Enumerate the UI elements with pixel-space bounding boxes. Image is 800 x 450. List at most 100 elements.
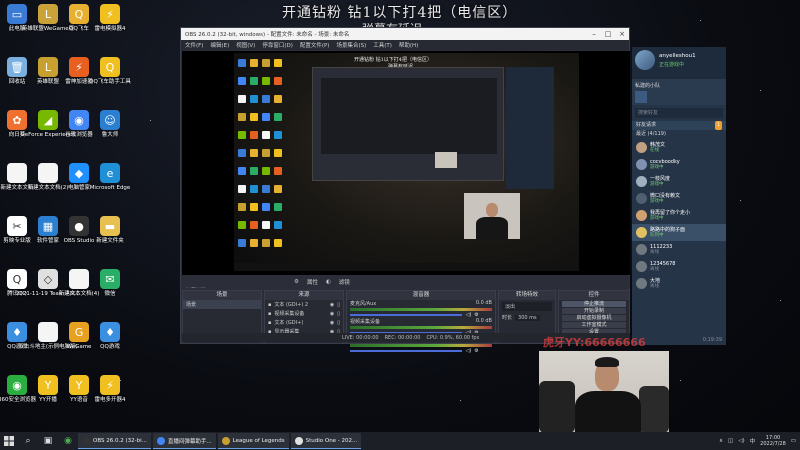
minimize-icon[interactable]: – [587,30,601,38]
friend-item[interactable]: 大地 离线 [632,275,726,292]
app-icon [82,436,90,445]
source-item[interactable]: ▪ 视频采集设备 ◉ ▯ [265,309,343,318]
requests-badge: 1 [715,121,722,130]
taskbar-app-label: OBS 26.0.2 (32-bi... [93,437,147,444]
friend-status: 离线 [650,266,659,272]
nested-desktop-icon [262,95,270,103]
lock-icon[interactable]: ▯ [337,311,340,317]
friend-item[interactable]: cocvboodky 游戏中 [632,156,726,173]
desktop-icon[interactable]: ♦ QQ游戏 [91,322,129,351]
filter-icon[interactable]: ◐ [326,279,331,285]
volume-slider[interactable] [350,350,463,352]
mixer-list: 麦克风/Aux0.0 dB◁)⚙视频采集设备0.0 dB◁)⚙桌面音频0.0 d… [347,300,495,354]
nested-desktop-icon [238,113,246,121]
control-button[interactable]: 工作室模式 [562,322,626,328]
friend-search-input[interactable]: 搜索好友 [635,108,723,118]
notification-icon[interactable]: ▭ [791,438,796,444]
obs-window[interactable]: OBS 26.0.2 (32-bit, windows) - 配置文件: 未命名… [180,27,630,354]
gear-icon[interactable]: ⚙ [474,348,478,354]
desktop-icon[interactable]: Q QQ飞车助手工具 [89,57,131,86]
volume-icon[interactable]: ◁) [738,438,744,444]
desktop-icon[interactable]: ☺ 鲁大师 [91,110,129,139]
menu-item[interactable]: 停靠窗口(D) [262,41,293,49]
gear-icon[interactable]: ⚙ [294,279,299,285]
network-icon[interactable]: ◫ [728,438,733,444]
scenes-dock-title: 场景 [183,291,261,300]
desktop-icon[interactable]: e Microsoft Edge [90,163,130,192]
menu-item[interactable]: 配置文件(P) [300,41,330,49]
speaker-icon[interactable]: ◁) [465,348,471,354]
friend-item[interactable]: 我再留了你个走小 游戏中 [632,207,726,224]
taskbar-app-button[interactable]: Studio One - 202... [290,433,362,449]
task-view-icon[interactable]: ▣ [41,434,55,448]
team-member-icon[interactable] [635,91,647,103]
desktop-icon[interactable]: ⚡ 雷电多开器4 [91,375,129,404]
nested-desktop-icon [238,95,246,103]
windows-start-icon[interactable] [0,432,18,450]
nested-desktop-icon [274,131,282,139]
obs-preview[interactable]: 开通钻粉 钻1以下打4把（电信区） 弹幕有延迟 [182,51,630,275]
visibility-eye-icon[interactable]: ◉ [330,311,334,317]
transitions-dock-title: 转场特效 [499,291,555,300]
menu-item[interactable]: 视图(V) [236,41,255,49]
maximize-icon[interactable]: □ [601,30,615,38]
nested-desktop-icon [238,131,246,139]
filters-button[interactable]: 滤镜 [339,278,350,286]
friend-item[interactable]: 微口没有赖文 游戏中 [632,190,726,207]
desktop-icon-label: 电脑管家 [67,185,90,191]
taskbar-app-button[interactable]: OBS 26.0.2 (32-bi... [78,433,151,449]
nested-desktop-icon [238,149,246,157]
control-button[interactable]: 停止推流 [562,301,626,307]
source-item[interactable]: ▪ 文本 (GDI+) ◉ ▯ [265,318,343,327]
user-status[interactable]: 正在游戏中 [659,61,684,68]
mixer-channel-db: 0.0 dB [475,318,492,324]
friend-requests-header[interactable]: 好友请求 1 [632,121,726,130]
search-icon[interactable]: ⌕ [21,434,35,448]
visibility-eye-icon[interactable]: ◉ [330,302,334,308]
properties-button[interactable]: 属性 [307,278,318,286]
app-icon [221,436,230,445]
nested-desktop-icon [274,95,282,103]
nested-desktop-icon [250,203,258,211]
source-label: 文本 (GDI+) [274,320,304,326]
source-item[interactable]: ▪ 文本 (GDI+) 2 ◉ ▯ [265,300,343,309]
close-icon[interactable]: × [615,30,629,38]
tray-expand-icon[interactable]: ∧ [719,438,723,444]
friend-item[interactable]: 韩茂文 在线 [632,139,726,156]
ime-icon[interactable]: 中 [750,437,756,445]
obs-titlebar[interactable]: OBS 26.0.2 (32-bit, windows) - 配置文件: 未命名… [181,28,629,40]
friend-item[interactable]: 一枝风度 游戏中 [632,173,726,190]
friend-item[interactable]: 路路中的狗子面 队列中 [632,224,726,241]
star [680,380,681,381]
control-button[interactable]: 开始录制 [562,308,626,314]
speaker-icon[interactable]: ◁) [465,312,471,318]
menu-item[interactable]: 帮助(H) [399,41,418,49]
visibility-eye-icon[interactable]: ◉ [330,320,334,326]
desktop-icon[interactable]: ⚡ 雷电模拟器4 [91,4,129,33]
clock[interactable]: 17:00 2022/7/28 [760,435,786,447]
scene-item[interactable]: 场景 [183,300,261,309]
menu-item[interactable]: 工具(T) [373,41,392,49]
volume-slider[interactable] [350,314,463,316]
control-button[interactable]: 启动虚拟摄像机 [562,315,626,321]
friend-item[interactable]: 1112233 离线 [632,241,726,258]
avatar[interactable] [635,50,655,70]
taskbar-app-button[interactable]: 直播间弹幕助手... [152,433,216,449]
chrome-pinned-icon[interactable]: ◉ [61,434,75,448]
lock-icon[interactable]: ▯ [337,320,340,326]
menu-item[interactable]: 场景集合(S) [336,41,366,49]
nested-desktop-icon [250,239,258,247]
friend-requests-label: 好友请求 [636,122,657,128]
duration-input[interactable]: 300 ms [515,314,540,321]
transition-type-select[interactable]: 淡出 [502,302,552,311]
taskbar-app-button[interactable]: League of Legends [217,433,289,449]
transition-type-value: 淡出 [505,304,516,310]
desktop-icon[interactable]: ▬ 新建文件夹 [91,216,129,245]
friend-item[interactable]: 12345678 离线 [632,258,726,275]
lock-icon[interactable]: ▯ [337,302,340,308]
desktop-icon[interactable]: ✉ 微信 [91,269,129,298]
nested-desktop-icon [274,59,282,67]
menu-item[interactable]: 编辑(E) [210,41,229,49]
menu-item[interactable]: 文件(F) [185,41,203,49]
friend-group-header[interactable]: 最近 (4/119) [632,130,726,139]
